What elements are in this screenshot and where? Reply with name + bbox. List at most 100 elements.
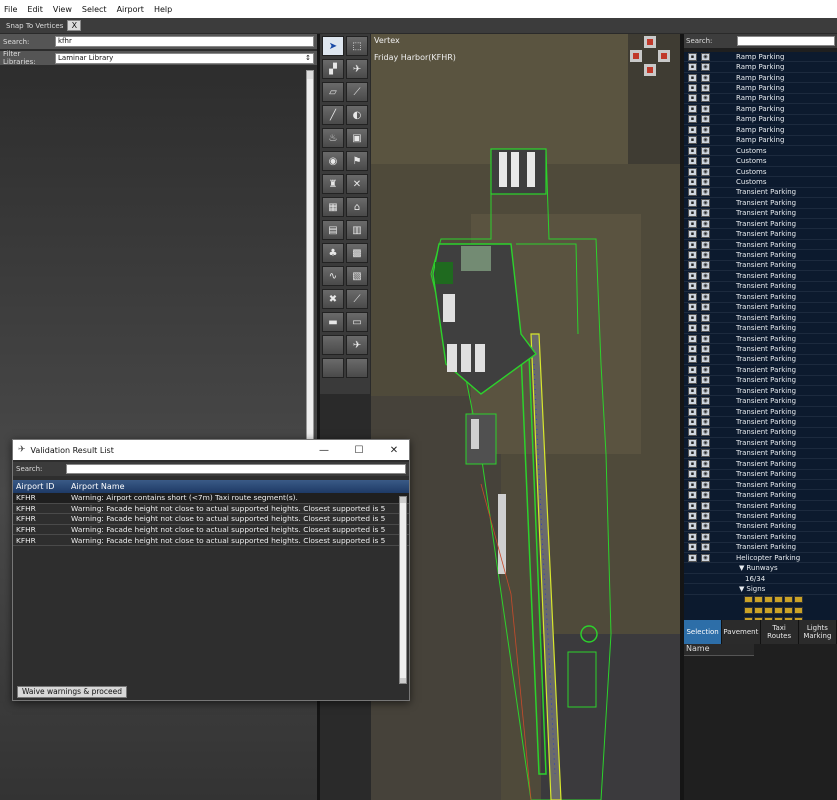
- hierarchy-row[interactable]: ▪ ◉ Transient Parking: [684, 292, 837, 303]
- hierarchy-row[interactable]: ▪ ◉ Transient Parking: [684, 396, 837, 407]
- visibility-icon[interactable]: ◉: [701, 344, 710, 353]
- hierarchy-row[interactable]: ▪ ◉ Helicopter Parking: [684, 553, 837, 564]
- visibility-icon[interactable]: ◉: [701, 386, 710, 395]
- line-tool-icon[interactable]: ╱: [322, 105, 344, 125]
- lock-icon[interactable]: ▪: [688, 355, 697, 364]
- map-navigation-control[interactable]: [628, 34, 672, 78]
- lock-icon[interactable]: ▪: [688, 136, 697, 145]
- hierarchy-row[interactable]: ▪ ◉ Transient Parking: [684, 229, 837, 240]
- lock-icon[interactable]: ▪: [688, 115, 697, 124]
- hierarchy-row[interactable]: ▪ ◉ Ramp Parking: [684, 114, 837, 126]
- hierarchy-row[interactable]: ▪ ◉ Customs: [684, 145, 837, 157]
- lock-icon[interactable]: ▪: [688, 282, 697, 291]
- visibility-icon[interactable]: ◉: [701, 438, 710, 447]
- hierarchy-row[interactable]: 16/34: [684, 573, 837, 585]
- hierarchy-row[interactable]: ▪ ◉ Ramp Parking: [684, 93, 837, 105]
- visibility-icon[interactable]: ◉: [701, 157, 710, 166]
- lock-icon[interactable]: ▪: [688, 386, 697, 395]
- visibility-icon[interactable]: ◉: [701, 334, 710, 343]
- hierarchy-row[interactable]: ▪ ◉ Transient Parking: [684, 365, 837, 376]
- visibility-icon[interactable]: ◉: [701, 219, 710, 228]
- hierarchy-row[interactable]: ▪ ◉ Transient Parking: [684, 500, 837, 512]
- visibility-icon[interactable]: ◉: [701, 125, 710, 134]
- snap-toggle[interactable]: X: [67, 20, 82, 31]
- tower-tool-icon[interactable]: ♜: [322, 174, 344, 194]
- visibility-icon[interactable]: ◉: [701, 418, 710, 427]
- lock-icon[interactable]: ▪: [688, 397, 697, 406]
- hierarchy-row[interactable]: ▪ ◉ Transient Parking: [684, 333, 837, 345]
- visibility-icon[interactable]: ◉: [701, 397, 710, 406]
- hierarchy-row[interactable]: ▪ ◉ Customs: [684, 166, 837, 178]
- polygon-tool-icon[interactable]: ▧: [346, 266, 368, 286]
- lock-icon[interactable]: ▪: [688, 146, 697, 155]
- visibility-icon[interactable]: ◉: [701, 146, 710, 155]
- hierarchy-row[interactable]: ▪ ◉ Ramp Parking: [684, 72, 837, 84]
- visibility-icon[interactable]: ◉: [701, 313, 710, 322]
- lock-icon[interactable]: ▪: [688, 522, 697, 531]
- lock-icon[interactable]: ▪: [688, 198, 697, 207]
- hierarchy-row[interactable]: ▪ ◉ Transient Parking: [684, 406, 837, 418]
- helipad-tool-icon[interactable]: ✈: [346, 59, 368, 79]
- visibility-icon[interactable]: ◉: [701, 115, 710, 124]
- hierarchy-row[interactable]: ▪ ◉ Transient Parking: [684, 354, 837, 366]
- table-row[interactable]: KFHR Warning: Facade height not close to …: [13, 535, 409, 546]
- atc-tool-icon[interactable]: ⌂: [346, 197, 368, 217]
- hierarchy-row[interactable]: ▪ ◉ Transient Parking: [684, 219, 837, 230]
- hierarchy-row[interactable]: ▪ ◉ Transient Parking: [684, 479, 837, 491]
- visibility-icon[interactable]: ◉: [701, 84, 710, 93]
- hierarchy-row[interactable]: ▼ Runways: [684, 563, 837, 574]
- light-tool-icon[interactable]: ♨: [322, 128, 344, 148]
- table-row[interactable]: KFHR Warning: Facade height not close to …: [13, 504, 409, 515]
- hierarchy-row[interactable]: ▪ ◉ Transient Parking: [684, 271, 837, 282]
- forest-tool-icon[interactable]: ▥: [346, 220, 368, 240]
- lock-icon[interactable]: ▪: [688, 271, 697, 280]
- lock-icon[interactable]: ▪: [688, 125, 697, 134]
- lock-icon[interactable]: ▪: [688, 230, 697, 239]
- beacon-tool-icon[interactable]: ◉: [322, 151, 344, 171]
- visibility-icon[interactable]: ◉: [701, 428, 710, 437]
- lock-icon[interactable]: ▪: [688, 52, 697, 61]
- object-tool-icon[interactable]: ▩: [346, 243, 368, 263]
- menu-help[interactable]: Help: [154, 5, 172, 14]
- lock-icon[interactable]: ▪: [688, 407, 697, 416]
- lock-icon[interactable]: ▪: [688, 157, 697, 166]
- hierarchy-row[interactable]: ▪ ◉ Transient Parking: [684, 542, 837, 553]
- visibility-icon[interactable]: ◉: [701, 449, 710, 458]
- hierarchy-search-input[interactable]: [737, 36, 835, 46]
- lock-icon[interactable]: ▪: [688, 219, 697, 228]
- facade-tool-icon[interactable]: ▤: [322, 220, 344, 240]
- lock-icon[interactable]: ▪: [688, 84, 697, 93]
- hierarchy-row[interactable]: ▪ ◉ Ramp Parking: [684, 135, 837, 146]
- hierarchy-row[interactable]: ▪ ◉ Customs: [684, 156, 837, 167]
- map-view[interactable]: Vertex Friday Harbor(KFHR): [371, 34, 680, 800]
- visibility-icon[interactable]: ◉: [701, 136, 710, 145]
- visibility-icon[interactable]: ◉: [701, 282, 710, 291]
- visibility-icon[interactable]: ◉: [701, 491, 710, 500]
- visibility-icon[interactable]: ◉: [701, 167, 710, 176]
- lock-icon[interactable]: ▪: [688, 167, 697, 176]
- visibility-icon[interactable]: ◉: [701, 261, 710, 270]
- lock-icon[interactable]: ▪: [688, 73, 697, 82]
- hierarchy-row[interactable]: ▪ ◉ Transient Parking: [684, 469, 837, 480]
- hierarchy-row[interactable]: ▪ ◉ Ramp Parking: [684, 52, 837, 63]
- lock-icon[interactable]: ▪: [688, 251, 697, 260]
- visibility-icon[interactable]: ◉: [701, 501, 710, 510]
- hierarchy-row[interactable]: ▪ ◉ Transient Parking: [684, 448, 837, 460]
- lock-icon[interactable]: ▪: [688, 376, 697, 385]
- hierarchy-row[interactable]: ▪ ◉ Transient Parking: [684, 239, 837, 251]
- visibility-icon[interactable]: ◉: [701, 511, 710, 520]
- lock-icon[interactable]: ▪: [688, 104, 697, 113]
- lock-icon[interactable]: ▪: [688, 438, 697, 447]
- hierarchy-row[interactable]: ▪ ◉ Transient Parking: [684, 302, 837, 313]
- lock-icon[interactable]: ▪: [688, 365, 697, 374]
- menu-airport[interactable]: Airport: [117, 5, 144, 14]
- vertex-tool-icon[interactable]: ➤: [322, 36, 344, 56]
- hierarchy-row[interactable]: ▪ ◉ Transient Parking: [684, 511, 837, 522]
- lock-icon[interactable]: ▪: [688, 240, 697, 249]
- lock-icon[interactable]: ▪: [688, 459, 697, 468]
- tab-lights-marking[interactable]: Lights Marking: [799, 620, 837, 644]
- visibility-icon[interactable]: ◉: [701, 470, 710, 479]
- boundary-tool-icon[interactable]: ▦: [322, 197, 344, 217]
- table-row[interactable]: KFHR Warning: Airport contains short (<7m…: [13, 493, 409, 504]
- library-search-input[interactable]: kfhr: [55, 36, 314, 47]
